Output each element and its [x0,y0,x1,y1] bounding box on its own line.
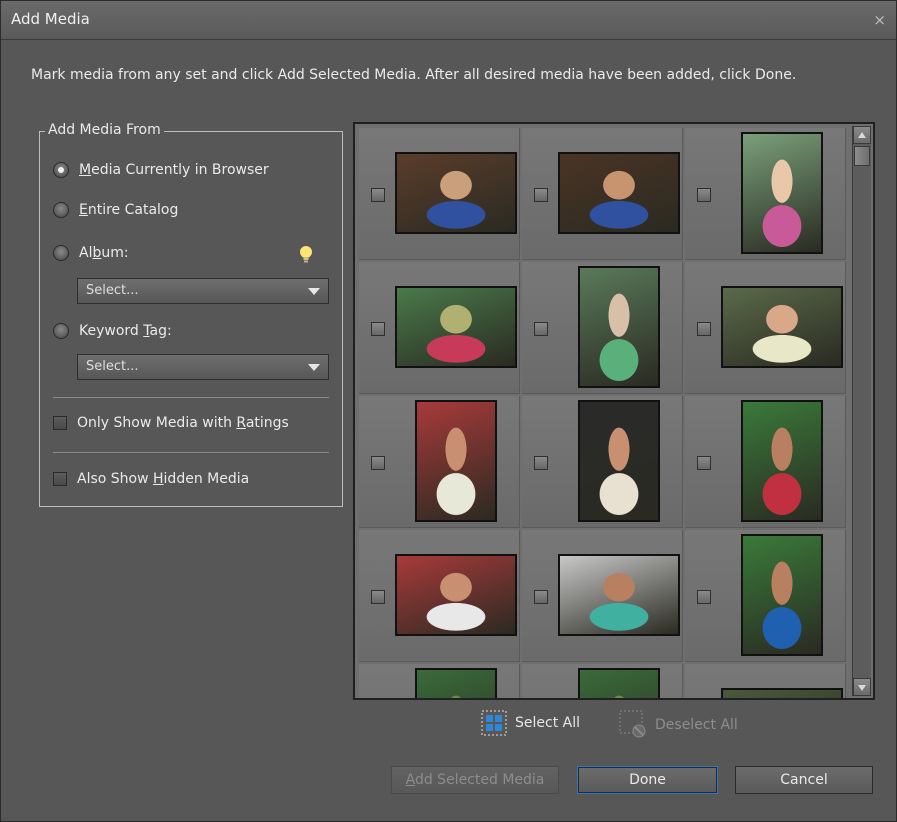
media-grid [359,128,848,698]
media-thumbnail[interactable] [741,534,823,656]
checkbox-icon [53,416,67,430]
deselect-all-button[interactable]: Deselect All [619,710,738,740]
media-checkbox[interactable] [371,456,385,470]
album-select[interactable]: Select... [77,278,329,304]
media-checkbox[interactable] [534,590,548,604]
lightbulb-icon[interactable] [298,245,314,265]
divider [53,397,329,398]
add-selected-media-button[interactable]: Add Selected Media [391,766,559,794]
media-checkbox[interactable] [371,590,385,604]
media-checkbox[interactable] [371,322,385,336]
media-cell[interactable] [522,262,683,394]
media-cell[interactable] [359,530,520,662]
radio-keyword-tag[interactable]: Keyword Tag: [53,323,172,339]
media-checkbox[interactable] [697,322,711,336]
album-select-value: Select... [86,283,139,298]
group-legend: Add Media From [45,122,164,138]
keyword-select-value: Select... [86,359,139,374]
chevron-down-icon [308,364,320,371]
deselect-all-label: Deselect All [655,717,738,733]
media-cell[interactable] [522,530,683,662]
radio-label: Album: [79,245,129,261]
media-checkbox[interactable] [697,188,711,202]
media-cell[interactable] [359,128,520,260]
scroll-up-button[interactable] [853,126,871,144]
media-thumbnail[interactable] [395,152,517,234]
dialog-title: Add Media [11,10,90,28]
close-icon[interactable]: × [873,11,886,29]
media-thumbnail[interactable] [721,286,843,368]
media-cell[interactable] [685,396,846,528]
media-thumbnail[interactable] [721,688,843,698]
deselect-all-icon [619,710,646,738]
add-media-dialog: Add Media × Mark media from any set and … [0,0,897,822]
media-checkbox[interactable] [534,188,548,202]
media-cell[interactable] [685,128,846,260]
media-checkbox[interactable] [371,188,385,202]
checkbox-label: Also Show Hidden Media [77,471,250,487]
vertical-scrollbar[interactable] [852,126,871,696]
media-thumbnail[interactable] [558,152,680,234]
instructions-text: Mark media from any set and click Add Se… [31,67,797,83]
media-thumbnail[interactable] [395,554,517,636]
cancel-button[interactable]: Cancel [735,766,873,794]
media-thumbnail[interactable] [578,668,660,698]
media-thumbnail[interactable] [415,668,497,698]
divider [53,452,329,453]
keyword-tag-select[interactable]: Select... [77,354,329,380]
media-thumbnail[interactable] [578,266,660,388]
scroll-down-button[interactable] [853,678,871,696]
media-checkbox[interactable] [534,322,548,336]
media-thumbnail[interactable] [415,400,497,522]
media-thumbnail[interactable] [558,554,680,636]
scrollbar-thumb[interactable] [854,146,870,166]
media-grid-panel [353,122,875,700]
radio-unselected-icon [53,245,69,261]
radio-label: Entire Catalog [79,202,179,218]
media-thumbnail[interactable] [578,400,660,522]
radio-unselected-icon [53,323,69,339]
checkbox-icon [53,472,67,486]
add-media-from-group [39,131,343,507]
radio-label: Media Currently in Browser [79,162,269,178]
media-cell[interactable] [359,396,520,528]
arrow-down-icon [858,685,866,691]
radio-album[interactable]: Album: [53,245,129,261]
radio-selected-icon [53,162,69,178]
media-cell[interactable] [522,128,683,260]
media-cell[interactable] [685,262,846,394]
chevron-down-icon [308,288,320,295]
radio-label: Keyword Tag: [79,323,172,339]
radio-entire-catalog[interactable]: Entire Catalog [53,202,178,218]
show-hidden-checkbox[interactable]: Also Show Hidden Media [53,471,249,487]
media-cell[interactable] [685,664,846,698]
select-all-icon [481,710,507,736]
media-checkbox[interactable] [697,590,711,604]
checkbox-label: Only Show Media with Ratings [77,415,289,431]
radio-unselected-icon [53,202,69,218]
radio-media-in-browser[interactable]: Media Currently in Browser [53,162,269,178]
media-checkbox[interactable] [534,456,548,470]
select-all-label: Select All [515,715,580,731]
media-thumbnail[interactable] [395,286,517,368]
only-ratings-checkbox[interactable]: Only Show Media with Ratings [53,415,289,431]
done-button[interactable]: Done [577,766,718,794]
media-checkbox[interactable] [697,456,711,470]
media-thumbnail[interactable] [741,400,823,522]
media-cell[interactable] [522,664,683,698]
media-cell[interactable] [359,664,520,698]
title-bar: Add Media × [1,1,896,40]
select-all-button[interactable]: Select All [481,710,580,736]
media-thumbnail[interactable] [741,132,823,254]
media-cell[interactable] [522,396,683,528]
media-cell[interactable] [685,530,846,662]
arrow-up-icon [858,132,866,138]
media-cell[interactable] [359,262,520,394]
